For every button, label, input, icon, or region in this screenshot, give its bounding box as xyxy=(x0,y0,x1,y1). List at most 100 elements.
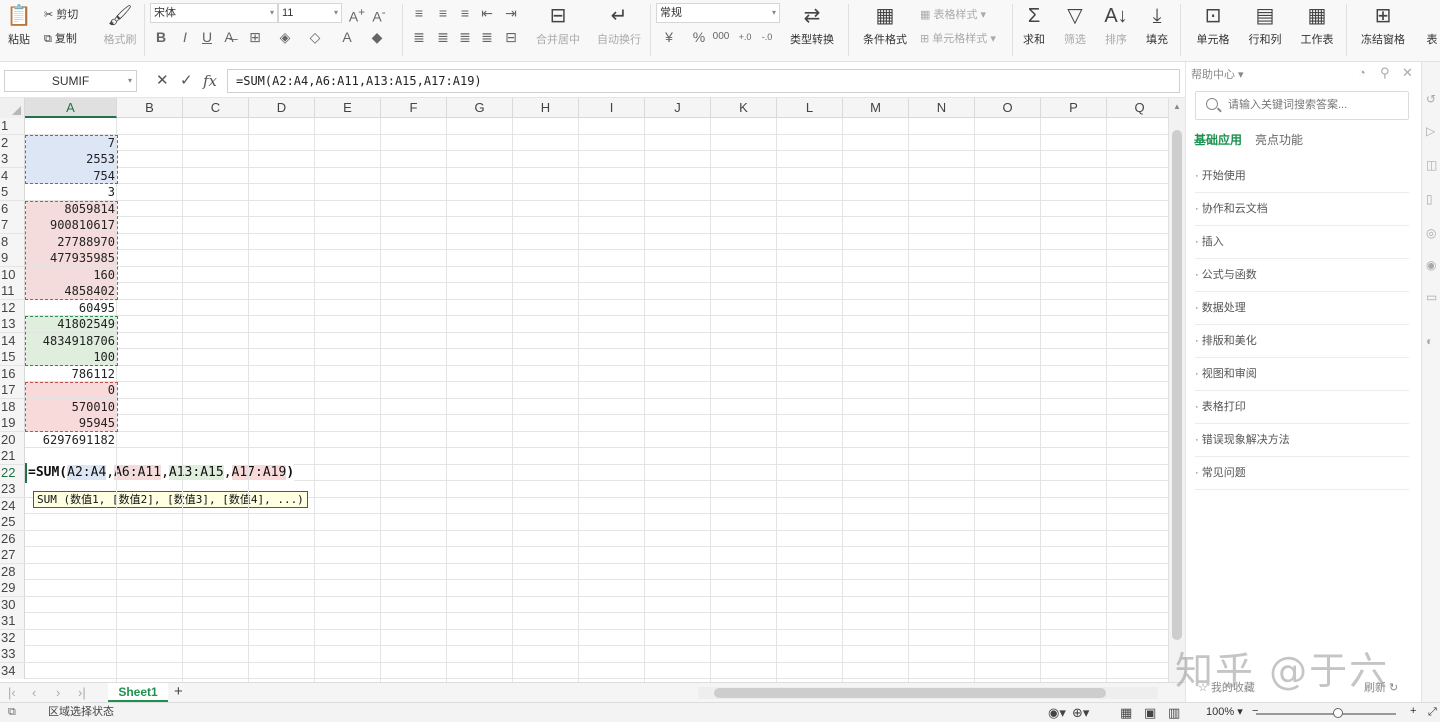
cell-a20[interactable]: 6297691182 xyxy=(26,432,117,448)
row-header-26[interactable]: 26 xyxy=(0,530,25,547)
cell-a26[interactable] xyxy=(26,531,117,547)
bold-icon[interactable]: B xyxy=(152,29,170,45)
merge-center-button[interactable]: ⊟ 合并居中 xyxy=(530,4,586,47)
cell-a33[interactable] xyxy=(26,646,117,662)
column-header-l[interactable]: L xyxy=(777,98,843,118)
strikethrough-icon[interactable]: A̶ xyxy=(220,29,238,45)
row-header-6[interactable]: 6 xyxy=(0,200,25,217)
sort-button[interactable]: A↓ 排序 xyxy=(1098,4,1134,47)
row-header-1[interactable]: 1 xyxy=(0,118,25,134)
increase-font-icon[interactable]: A+ xyxy=(348,5,366,25)
row-header-8[interactable]: 8 xyxy=(0,233,25,250)
row-header-19[interactable]: 19 xyxy=(0,415,25,431)
close-panel-icon[interactable]: ✕ xyxy=(1402,65,1413,81)
next-sheet-icon[interactable]: › xyxy=(56,685,60,700)
align-top-icon[interactable]: ≡ xyxy=(410,5,428,21)
row-header-5[interactable]: 5 xyxy=(0,184,25,200)
row-header-29[interactable]: 29 xyxy=(0,580,25,596)
help-item[interactable]: · 常见问题 xyxy=(1195,457,1409,490)
indent-decrease-icon[interactable]: ⇤ xyxy=(478,5,496,21)
row-header-28[interactable]: 28 xyxy=(0,563,25,580)
cell-a31[interactable] xyxy=(26,613,117,629)
first-sheet-icon[interactable]: |‹ xyxy=(8,685,16,700)
add-sheet-button[interactable]: + xyxy=(174,683,183,700)
underline-icon[interactable]: U xyxy=(198,29,216,45)
help-item[interactable]: · 视图和审阅 xyxy=(1195,358,1409,391)
side-tool-4-icon[interactable]: ▯ xyxy=(1426,192,1433,206)
row-header-34[interactable]: 34 xyxy=(0,662,25,679)
pin-icon[interactable]: ⚲ xyxy=(1380,65,1390,81)
row-header-18[interactable]: 18 xyxy=(0,398,25,415)
more-button[interactable]: 表 xyxy=(1424,4,1440,47)
distribute-icon[interactable]: ⊟ xyxy=(502,29,520,45)
row-header-16[interactable]: 16 xyxy=(0,365,25,382)
editing-cell[interactable]: =SUM(A2:A4,A6:A11,A13:A15,A17:A19) xyxy=(25,462,295,483)
help-item[interactable]: · 错误现象解决方法 xyxy=(1195,424,1409,457)
column-header-g[interactable]: G xyxy=(447,98,513,118)
help-item[interactable]: · 排版和美化 xyxy=(1195,325,1409,358)
decrease-decimal-icon[interactable]: -.0 xyxy=(758,29,776,45)
chat-icon[interactable]: ◔ xyxy=(1358,65,1366,80)
column-header-e[interactable]: E xyxy=(315,98,381,118)
column-header-b[interactable]: B xyxy=(117,98,183,118)
column-header-h[interactable]: H xyxy=(513,98,579,118)
side-tool-1-icon[interactable]: ↺ xyxy=(1426,92,1436,106)
freeze-panes-button[interactable]: ⊞ 冻结窗格 xyxy=(1354,4,1412,47)
select-all-corner[interactable] xyxy=(0,98,25,118)
column-header-a[interactable]: A xyxy=(25,98,117,118)
font-size-select[interactable]: 11 ▾ xyxy=(278,3,342,23)
row-header-12[interactable]: 12 xyxy=(0,299,25,316)
column-header-d[interactable]: D xyxy=(249,98,315,118)
cell-style-button[interactable]: ⊞ 单元格样式 ▾ xyxy=(920,30,996,46)
cell-a12[interactable]: 60495 xyxy=(26,300,117,316)
worksheet-button[interactable]: ▦ 工作表 xyxy=(1294,4,1340,47)
book-view-icon[interactable]: ▥ xyxy=(1168,703,1180,722)
zoom-slider[interactable] xyxy=(1256,713,1396,715)
cancel-icon[interactable]: ✕ xyxy=(156,72,169,90)
cell-a1[interactable] xyxy=(26,118,117,134)
help-search-input[interactable]: 请输入关键词搜索答案... xyxy=(1195,91,1409,120)
cell-a25[interactable] xyxy=(26,514,117,530)
row-header-30[interactable]: 30 xyxy=(0,596,25,613)
type-convert-button[interactable]: ⇄ 类型转换 xyxy=(784,4,840,47)
row-header-4[interactable]: 4 xyxy=(0,167,25,184)
copy-button[interactable]: ⧉ 复制 xyxy=(44,30,77,46)
highlight-icon[interactable]: ◇ xyxy=(306,29,324,45)
cell-a5[interactable]: 3 xyxy=(26,184,117,200)
percent-icon[interactable]: % xyxy=(690,29,708,45)
help-item[interactable]: · 协作和云文档 xyxy=(1195,193,1409,226)
cell-a32[interactable] xyxy=(26,630,117,646)
cell-a28[interactable] xyxy=(26,564,117,580)
cell-a30[interactable] xyxy=(26,597,117,613)
crosshair-icon[interactable]: ⊕▾ xyxy=(1072,703,1089,722)
row-header-17[interactable]: 17 xyxy=(0,382,25,398)
table-style-button[interactable]: ▦ 表格样式 ▾ xyxy=(920,6,986,22)
column-header-j[interactable]: J xyxy=(645,98,711,118)
help-item[interactable]: · 数据处理 xyxy=(1195,292,1409,325)
fill-color-icon[interactable]: ◈ xyxy=(276,29,294,45)
row-header-32[interactable]: 32 xyxy=(0,629,25,646)
column-header-q[interactable]: Q xyxy=(1107,98,1168,118)
row-header-3[interactable]: 3 xyxy=(0,151,25,167)
italic-icon[interactable]: I xyxy=(176,29,194,45)
row-header-22[interactable]: 22 xyxy=(0,464,25,481)
prev-sheet-icon[interactable]: ‹ xyxy=(32,685,36,700)
row-header-2[interactable]: 2 xyxy=(0,134,25,151)
row-header-7[interactable]: 7 xyxy=(0,217,25,233)
formula-input[interactable]: =SUM(A2:A4,A6:A11,A13:A15,A17:A19) xyxy=(227,69,1180,93)
sum-button[interactable]: Σ 求和 xyxy=(1018,4,1050,47)
side-tool-6-icon[interactable]: ◉ xyxy=(1426,258,1436,272)
format-painter-button[interactable]: 🖌 格式刷 xyxy=(100,4,140,47)
zoom-in-icon[interactable]: + xyxy=(1410,702,1416,721)
vertical-scrollbar[interactable]: ▲ xyxy=(1168,98,1185,682)
align-bottom-icon[interactable]: ≡ xyxy=(456,5,474,21)
row-col-button[interactable]: ▤ 行和列 xyxy=(1242,4,1288,47)
column-header-k[interactable]: K xyxy=(711,98,777,118)
column-header-m[interactable]: M xyxy=(843,98,909,118)
cell-a34[interactable] xyxy=(26,663,117,679)
side-tool-3-icon[interactable]: ◫ xyxy=(1426,158,1437,172)
font-name-select[interactable]: 宋体 ▾ xyxy=(150,3,278,23)
help-item[interactable]: · 表格打印 xyxy=(1195,391,1409,424)
row-header-23[interactable]: 23 xyxy=(0,481,25,497)
border-icon[interactable]: ⊞ xyxy=(246,29,264,45)
